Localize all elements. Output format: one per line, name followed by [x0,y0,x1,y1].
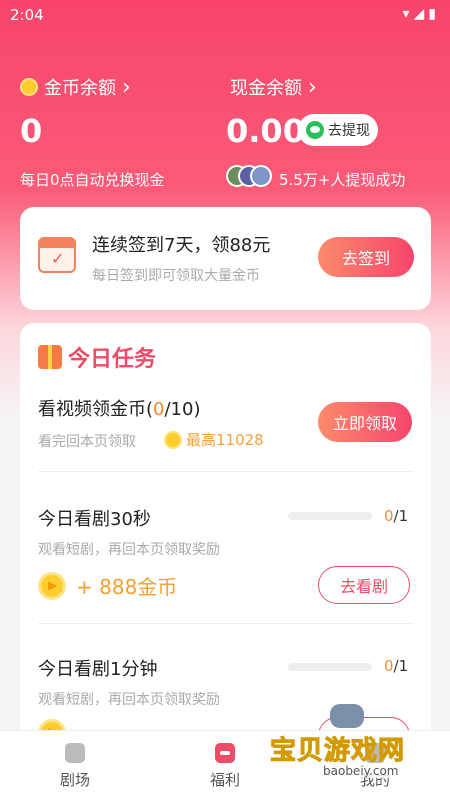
status-time: 2:04 [10,6,44,24]
tab-label: 剧场 [59,770,90,789]
checkin-title: 连续签到7天，领88元 [92,235,271,256]
watch-drama-button[interactable]: 去看剧 [318,566,410,604]
task-progress-text: 0/1 [384,657,409,675]
calendar-icon [38,237,76,273]
task-subtitle: 观看短剧，再回本页领取奖励 [38,692,220,708]
divider [38,623,413,624]
chevron-right-icon: › [122,74,131,100]
task-title: 今日看剧30秒 [38,509,151,530]
tasks-card: 今日任务 看视频领金币(0/10) 看完回本页领取 最高11028 立即领取 今… [20,323,431,753]
cash-balance-link[interactable]: 现金余额 › [230,74,317,100]
tasks-heading: 今日任务 [68,347,157,372]
watermark-text: 宝贝游戏网 [269,736,406,767]
task-subtitle: 观看短剧，再回本页领取奖励 [38,542,220,558]
battery-icon: ▮ [428,6,440,22]
welfare-icon [215,742,235,763]
coin-balance-label: 金币余额 [44,78,116,99]
task-progress-bar [288,663,372,671]
divider [38,471,413,472]
task-subtitle: 看完回本页领取 [38,434,136,450]
coin-balance-link[interactable]: 金币余额 › [20,74,131,100]
watermark-url: baobeiy.com [320,764,402,778]
coin-icon [20,78,38,96]
chevron-right-icon: › [308,74,317,100]
coin-play-icon [38,571,66,600]
checkin-description: 每日签到即可领取大量金币 [92,268,260,284]
coin-exchange-note: 每日0点自动兑换现金 [20,171,165,189]
gamepad-icon [330,704,364,728]
task-progress-text: 0/1 [384,507,409,525]
task-title: 看视频领金币(0/10) [38,399,201,420]
watermark: 宝贝游戏网 baobeiy.com [269,700,440,790]
tab-label: 福利 [209,770,240,789]
task-reward: + 888金币 [38,571,177,600]
withdraw-success-text: 5.5万+人提现成功 [279,171,406,189]
tab-welfare[interactable]: 福利 [165,731,285,801]
cash-balance-value: 0.00 [226,112,305,150]
withdraw-button[interactable]: 去提现 [298,114,378,146]
checkin-card: 连续签到7天，领88元 每日签到即可领取大量金币 去签到 [20,207,431,310]
coin-balance-value: 0 [20,112,43,150]
claim-button[interactable]: 立即领取 [318,402,412,442]
cash-balance-label: 现金余额 [230,78,302,99]
avatar [250,165,272,187]
play-icon [65,742,85,763]
withdraw-button-label: 去提现 [328,123,370,139]
task-progress-bar [288,512,372,520]
task-title: 今日看剧1分钟 [38,659,158,680]
wechat-icon [306,121,324,139]
user-avatars [226,165,276,189]
coin-icon [164,430,182,449]
tab-theater[interactable]: 剧场 [15,731,135,801]
checkin-button[interactable]: 去签到 [318,237,414,277]
signal-icon: ◢ [413,6,429,22]
wifi-icon: ▾ [402,6,414,22]
task-reward: 最高11028 [164,429,264,450]
gift-icon [38,345,62,369]
status-bar: 2:04 ▾◢▮ [0,0,450,32]
